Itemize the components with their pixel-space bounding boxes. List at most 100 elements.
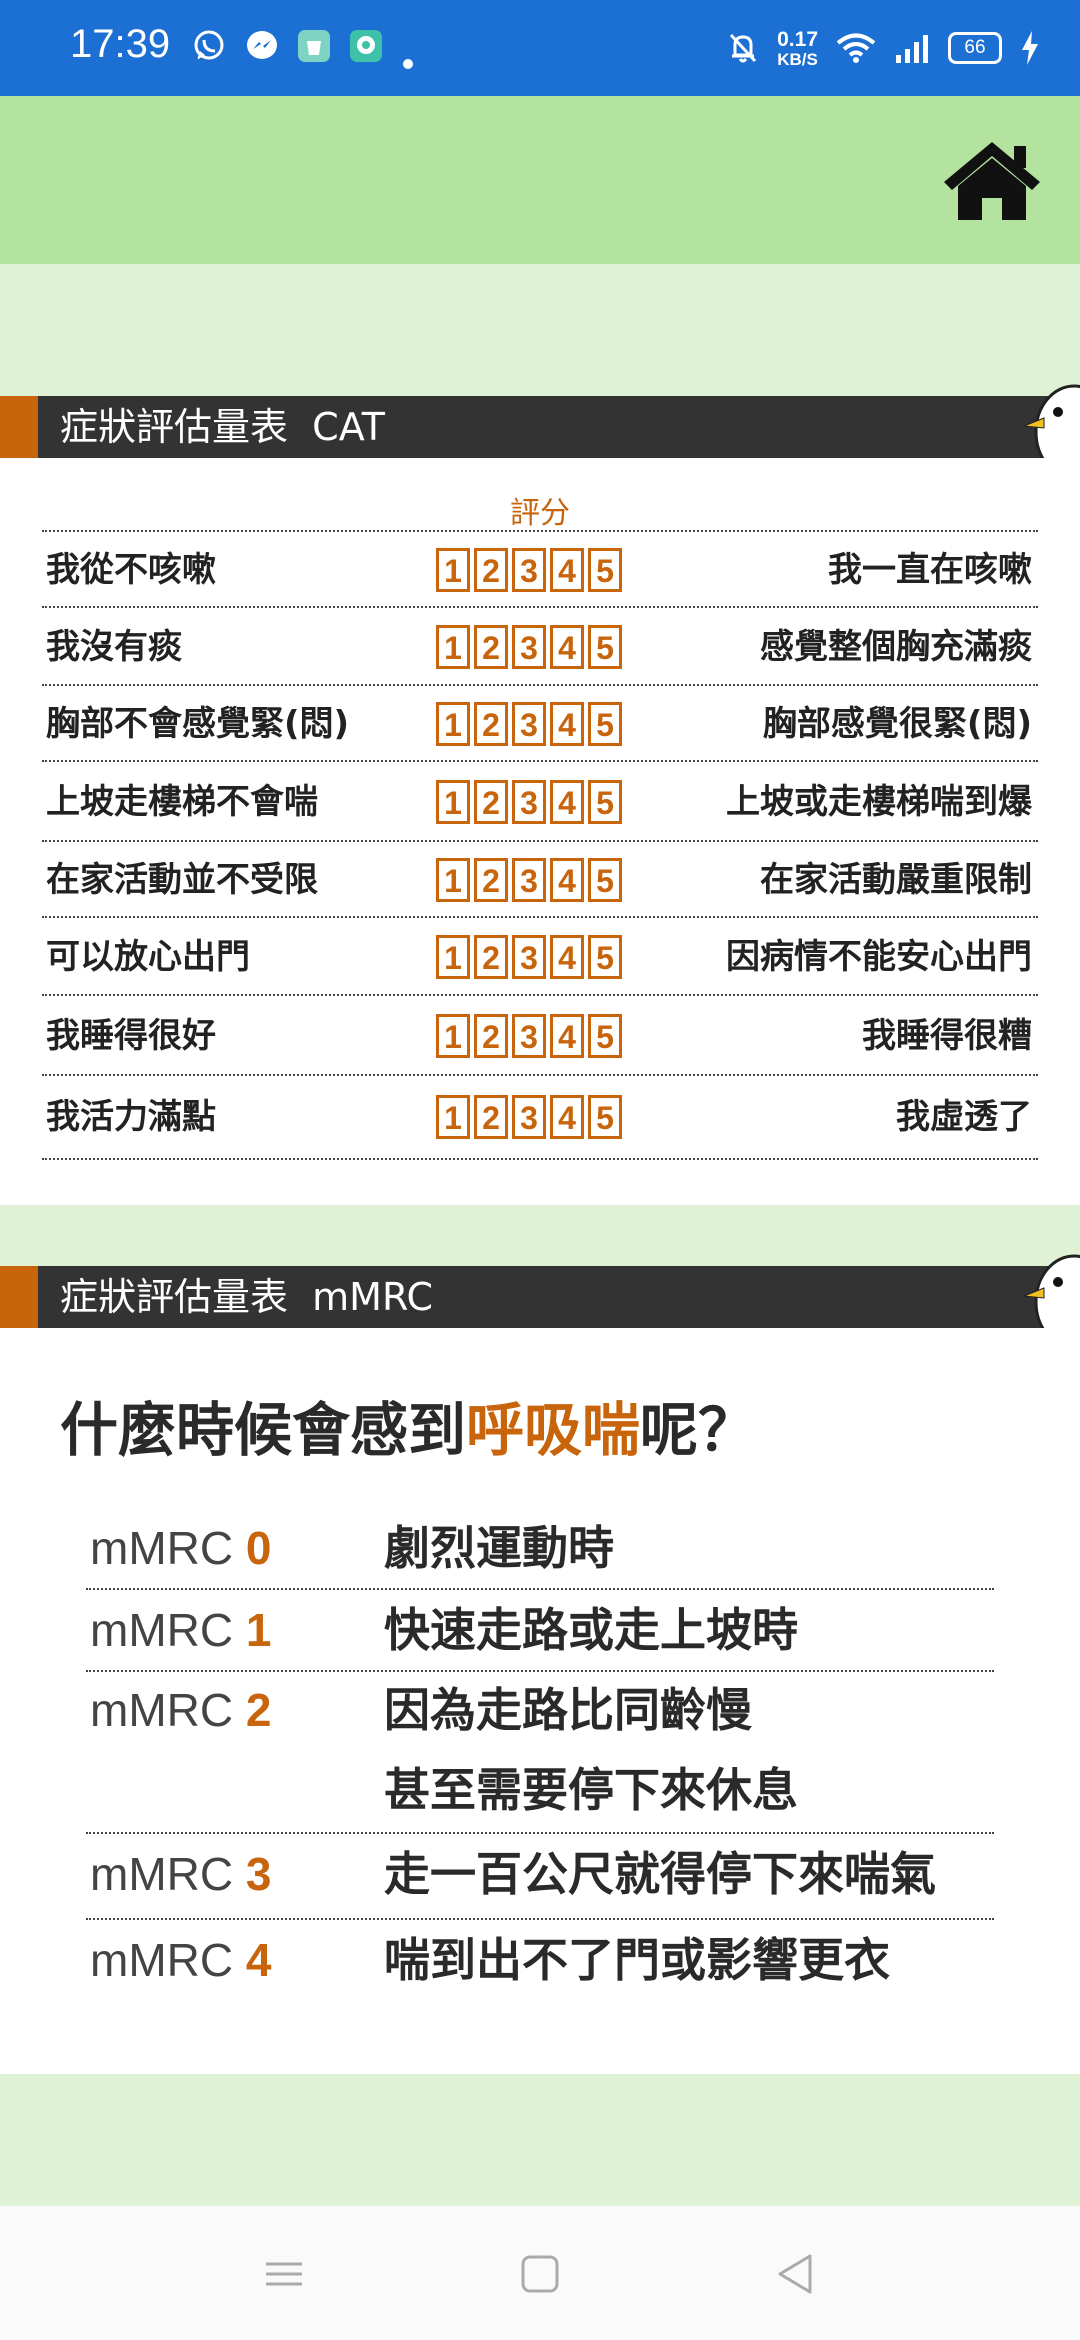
score-option-4[interactable]: 4 <box>550 780 584 824</box>
question-suffix: 呢？ <box>640 1396 757 1464</box>
score-option-3[interactable]: 3 <box>512 548 546 592</box>
score-option-5[interactable]: 5 <box>588 1014 622 1058</box>
score-option-5[interactable]: 5 <box>588 780 622 824</box>
mmrc-level-row: mMRC 0 劇烈運動時 <box>86 1508 994 1590</box>
cat-row-left-label: 胸部不會感覺緊(悶) <box>46 704 350 744</box>
score-option-2[interactable]: 2 <box>474 858 508 902</box>
cat-row-left-label: 在家活動並不受限 <box>46 860 318 900</box>
app-header <box>0 96 1080 264</box>
score-option-3[interactable]: 3 <box>512 780 546 824</box>
score-option-3[interactable]: 3 <box>512 1095 546 1139</box>
score-option-3[interactable]: 3 <box>512 935 546 979</box>
cat-row-left-label: 我睡得很好 <box>46 1016 216 1056</box>
score-option-1[interactable]: 1 <box>436 702 470 746</box>
mmrc-prefix: mMRC <box>90 1684 246 1736</box>
score-option-4[interactable]: 4 <box>550 858 584 902</box>
cat-row-right-label: 因病情不能安心出門 <box>726 937 1032 977</box>
cat-row-right-label: 上坡或走樓梯喘到爆 <box>726 782 1032 822</box>
score-option-2[interactable]: 2 <box>474 702 508 746</box>
mmrc-prefix: mMRC <box>90 1604 246 1656</box>
cat-row-right-label: 感覺整個胸充滿痰 <box>760 627 1032 667</box>
mmrc-level-description: 劇烈運動時 <box>384 1521 614 1575</box>
cat-row: 上坡走樓梯不會喘 1 2 3 4 5 上坡或走樓梯喘到爆 <box>42 760 1038 842</box>
home-square-icon[interactable] <box>510 2244 570 2304</box>
score-option-4[interactable]: 4 <box>550 702 584 746</box>
cat-row-right-label: 在家活動嚴重限制 <box>760 860 1032 900</box>
score-options: 12345 <box>436 858 622 902</box>
score-option-1[interactable]: 1 <box>436 780 470 824</box>
cat-row-right-label: 我睡得很糟 <box>862 1016 1032 1056</box>
score-option-5[interactable]: 5 <box>588 1095 622 1139</box>
score-option-1[interactable]: 1 <box>436 935 470 979</box>
system-nav-bar <box>0 2206 1080 2340</box>
network-speed: 0.17 KB/S <box>777 28 818 69</box>
cat-row-left-label: 我從不咳嗽 <box>46 550 216 590</box>
cat-row: 在家活動並不受限 1 2 3 4 5 在家活動嚴重限制 <box>42 840 1038 918</box>
score-option-4[interactable]: 4 <box>550 935 584 979</box>
score-option-2[interactable]: 2 <box>474 1095 508 1139</box>
score-option-1[interactable]: 1 <box>436 858 470 902</box>
cat-row-right-label: 我一直在咳嗽 <box>828 550 1032 590</box>
score-option-3[interactable]: 3 <box>512 702 546 746</box>
question-prefix: 什麼時候會感到 <box>60 1396 467 1464</box>
score-option-1[interactable]: 1 <box>436 1095 470 1139</box>
cat-row-right-label: 我虛透了 <box>896 1097 1032 1137</box>
score-option-3[interactable]: 3 <box>512 1014 546 1058</box>
score-option-5[interactable]: 5 <box>588 858 622 902</box>
mmrc-level-description: 因為走路比同齡慢 <box>384 1683 752 1737</box>
mmrc-prefix: mMRC <box>90 1848 246 1900</box>
score-option-2[interactable]: 2 <box>474 625 508 669</box>
cat-row-left-label: 我沒有痰 <box>46 627 182 667</box>
mmrc-level-label: mMRC 2 <box>90 1670 271 1750</box>
mmrc-level-description: 快速走路或走上坡時 <box>384 1603 798 1657</box>
menu-icon[interactable] <box>254 2244 314 2304</box>
score-options: 12345 <box>436 702 622 746</box>
charging-icon <box>1022 31 1038 65</box>
score-option-2[interactable]: 2 <box>474 780 508 824</box>
score-options: 12345 <box>436 780 622 824</box>
mmrc-section-title: 症狀評估量表 mMRC <box>60 1275 434 1319</box>
cat-panel: 評分 我從不咳嗽 1 2 3 4 5 我一直在咳嗽 我沒有痰 1 2 3 4 5 感覺整個胸充滿痰 胸部不會… <box>0 458 1080 1205</box>
score-option-3[interactable]: 3 <box>512 625 546 669</box>
mmrc-level-number: 4 <box>245 1934 272 1986</box>
network-speed-unit: KB/S <box>777 49 818 69</box>
cat-row-left-label: 我活力滿點 <box>46 1097 216 1137</box>
mmrc-level-label: mMRC 3 <box>90 1834 271 1914</box>
score-option-2[interactable]: 2 <box>474 1014 508 1058</box>
mmrc-header-accent <box>0 1266 38 1328</box>
score-option-1[interactable]: 1 <box>436 625 470 669</box>
cat-row-right-label: 胸部感覺很緊(悶) <box>762 704 1032 744</box>
cat-row: 我沒有痰 1 2 3 4 5 感覺整個胸充滿痰 <box>42 606 1038 686</box>
score-option-4[interactable]: 4 <box>550 1014 584 1058</box>
shopping-icon <box>298 30 330 62</box>
mmrc-prefix: mMRC <box>90 1522 246 1574</box>
score-option-2[interactable]: 2 <box>474 548 508 592</box>
score-option-3[interactable]: 3 <box>512 858 546 902</box>
status-bar: 17:39 0.17 KB/S 66 <box>0 0 1080 96</box>
mmrc-question: 什麼時候會感到呼吸喘呢？ <box>60 1383 756 1467</box>
whatsapp-icon <box>194 30 224 60</box>
score-option-1[interactable]: 1 <box>436 1014 470 1058</box>
score-option-5[interactable]: 5 <box>588 625 622 669</box>
score-option-5[interactable]: 5 <box>588 702 622 746</box>
mmrc-level-description: 走一百公尺就得停下來喘氣 <box>384 1847 936 1901</box>
home-icon[interactable] <box>942 140 1042 222</box>
more-notifications-dot <box>403 59 413 69</box>
score-option-4[interactable]: 4 <box>550 625 584 669</box>
mute-bell-icon <box>730 33 757 63</box>
score-option-2[interactable]: 2 <box>474 935 508 979</box>
mmrc-section-header: 症狀評估量表 mMRC <box>0 1254 1080 1342</box>
score-option-5[interactable]: 5 <box>588 548 622 592</box>
mmrc-level-number: 1 <box>245 1604 272 1656</box>
back-icon[interactable] <box>766 2244 826 2304</box>
wifi-icon <box>836 33 876 63</box>
score-options: 12345 <box>436 548 622 592</box>
cat-row-left-label: 可以放心出門 <box>46 937 250 977</box>
mmrc-level-row: mMRC 2 因為走路比同齡慢 甚至需要停下來休息 <box>86 1670 994 1834</box>
mmrc-level-row: mMRC 1 快速走路或走上坡時 <box>86 1590 994 1672</box>
mmrc-level-description: 喘到出不了門或影響更衣 <box>384 1933 890 1987</box>
score-option-5[interactable]: 5 <box>588 935 622 979</box>
score-option-1[interactable]: 1 <box>436 548 470 592</box>
score-option-4[interactable]: 4 <box>550 1095 584 1139</box>
score-option-4[interactable]: 4 <box>550 548 584 592</box>
